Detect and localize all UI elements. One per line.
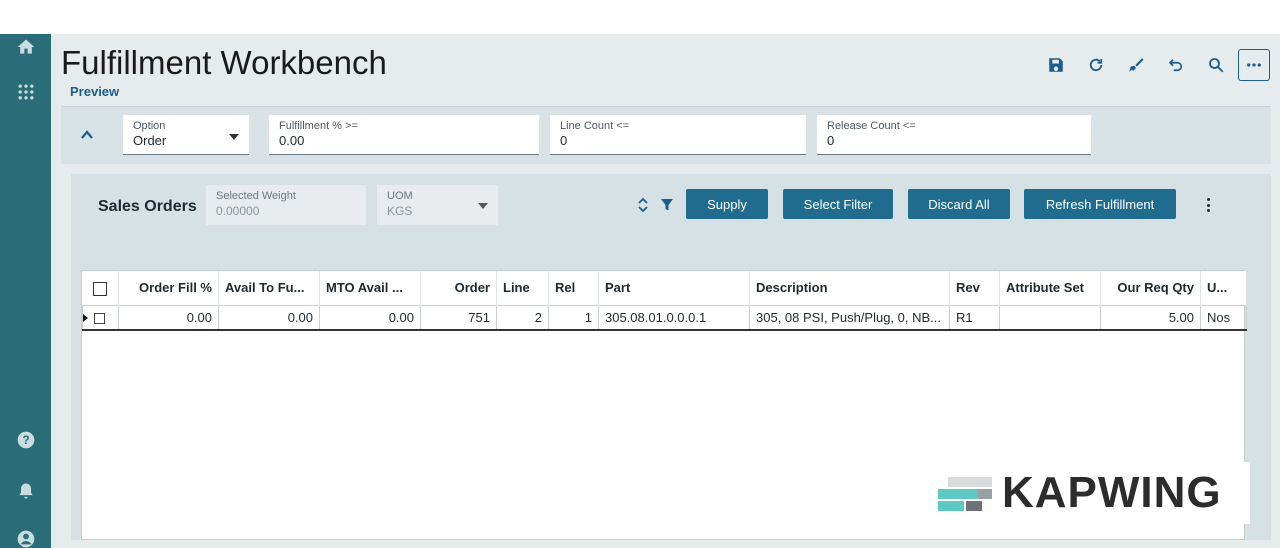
release-count-label: Release Count <= [827, 120, 916, 132]
column-header[interactable]: Avail To Fu... [218, 271, 320, 305]
table-cell[interactable]: 5.00 [1100, 304, 1201, 331]
column-header[interactable]: Order [420, 271, 497, 305]
sales-orders-table: Order Fill % Avail To Fu... MTO Avail ..… [82, 271, 1247, 331]
select-all-checkbox[interactable] [82, 271, 119, 305]
table-cell[interactable]: 0.00 [218, 304, 320, 331]
option-value: Order [133, 133, 167, 148]
page-toolbar [1038, 49, 1270, 81]
chevron-up-icon[interactable] [77, 125, 97, 145]
table-cell[interactable]: 0.00 [319, 304, 421, 331]
home-icon[interactable] [13, 34, 39, 60]
supply-button[interactable]: Supply [686, 189, 768, 219]
line-count-value: 0 [560, 133, 568, 148]
select-filter-button[interactable]: Select Filter [783, 189, 893, 219]
column-header[interactable]: Our Req Qty [1100, 271, 1201, 305]
page-title: Fulfillment Workbench [61, 44, 387, 81]
column-header[interactable]: Line [496, 271, 549, 305]
table-cell[interactable]: 2 [496, 304, 549, 331]
table-cell[interactable]: R1 [949, 304, 1000, 331]
column-header[interactable]: Attribute Set [999, 271, 1101, 305]
chevron-down-icon [478, 203, 488, 209]
column-header[interactable]: Order Fill % [118, 271, 219, 305]
filter-icon[interactable] [660, 198, 674, 212]
filter-bar: Option Order Fulfillment % >= 0.00 Line … [61, 106, 1271, 164]
bell-icon[interactable] [13, 478, 39, 504]
uom-label: UOM [387, 190, 413, 202]
release-count-value: 0 [827, 133, 835, 148]
table-cell[interactable]: 305, 08 PSI, Push/Plug, 0, NB... [749, 304, 950, 331]
top-strip [0, 0, 1280, 34]
kapwing-wordmark: KAPWING [1002, 468, 1222, 517]
more-icon[interactable] [1238, 49, 1270, 81]
option-label: Option [133, 120, 166, 132]
save-icon[interactable] [1038, 50, 1074, 80]
table-cell[interactable]: 0.00 [118, 304, 219, 331]
sort-icon[interactable] [637, 196, 649, 214]
table-cell[interactable]: 1 [548, 304, 599, 331]
table-cell[interactable]: 305.08.01.0.0.0.1 [598, 304, 750, 331]
column-header[interactable]: Description [749, 271, 950, 305]
table-cell[interactable]: Nos [1200, 304, 1247, 331]
option-select[interactable]: Option Order [123, 115, 249, 155]
refresh-fulfillment-button[interactable]: Refresh Fulfillment [1024, 189, 1176, 219]
column-header[interactable]: Rel [548, 271, 599, 305]
help-icon[interactable]: ? [13, 427, 39, 453]
svg-text:?: ? [22, 434, 29, 447]
selected-weight-label: Selected Weight [216, 190, 296, 202]
undo-icon[interactable] [1158, 50, 1194, 80]
fulfillment-pct-label: Fulfillment % >= [279, 120, 358, 132]
clear-icon[interactable] [1118, 50, 1154, 80]
table-cell[interactable] [999, 304, 1101, 331]
user-icon[interactable] [13, 526, 39, 548]
chevron-down-icon [229, 134, 239, 140]
table-header-row: Order Fill % Avail To Fu... MTO Avail ..… [82, 271, 1247, 305]
row-select-checkbox[interactable] [82, 304, 119, 331]
fulfillment-pct-value: 0.00 [279, 133, 305, 148]
uom-select[interactable]: UOM KGS [377, 185, 498, 225]
left-nav-rail: ? [0, 34, 51, 548]
column-header[interactable]: U... [1200, 271, 1247, 305]
table-cell[interactable]: 751 [420, 304, 497, 331]
sales-orders-title: Sales Orders [98, 198, 197, 215]
discard-all-button[interactable]: Discard All [908, 189, 1010, 219]
release-count-field[interactable]: Release Count <= 0 [817, 115, 1091, 155]
selected-weight-field: Selected Weight 0.00000 [206, 185, 366, 225]
column-header[interactable]: MTO Avail ... [319, 271, 421, 305]
column-header[interactable]: Rev [949, 271, 1000, 305]
kapwing-logo-icon [938, 473, 992, 513]
apps-grid-icon[interactable] [13, 79, 39, 105]
page-subtitle: Preview [70, 84, 120, 99]
search-icon[interactable] [1198, 50, 1234, 80]
kebab-menu-icon[interactable] [1201, 196, 1215, 214]
line-count-field[interactable]: Line Count <= 0 [550, 115, 806, 155]
uom-value: KGS [387, 204, 413, 218]
selected-weight-value: 0.00000 [216, 204, 260, 218]
fulfillment-pct-field[interactable]: Fulfillment % >= 0.00 [269, 115, 539, 155]
table-row[interactable]: 0.00 0.00 0.00 751 2 1 305.08.01.0.0.0.1… [82, 304, 1247, 331]
refresh-icon[interactable] [1078, 50, 1114, 80]
line-count-label: Line Count <= [560, 120, 630, 132]
kapwing-watermark: KAPWING [936, 462, 1250, 524]
column-header[interactable]: Part [598, 271, 750, 305]
